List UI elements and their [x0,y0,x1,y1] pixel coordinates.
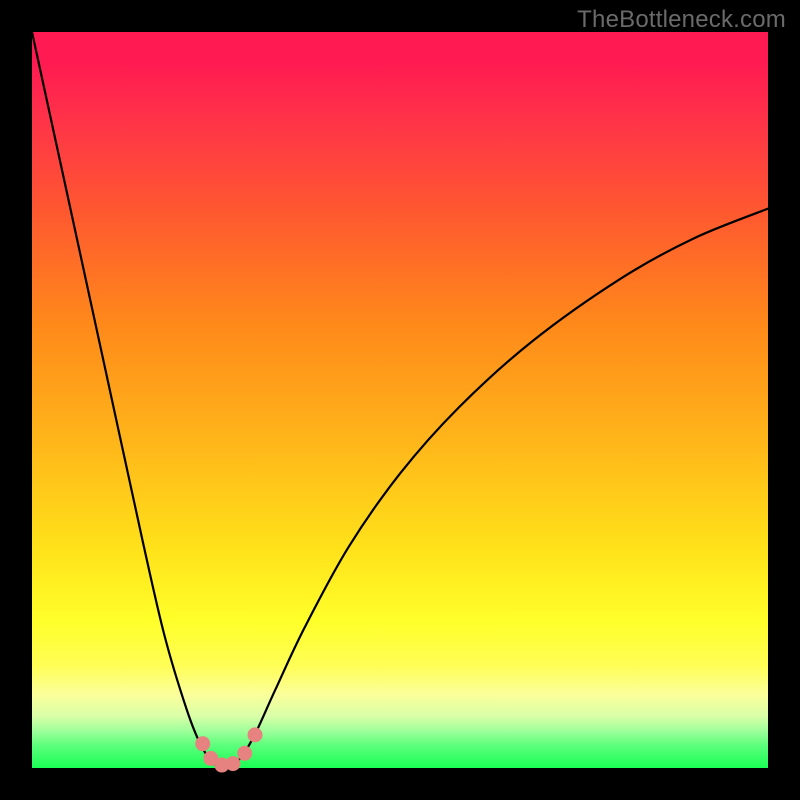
watermark-text: TheBottleneck.com [577,6,786,34]
curve-marker-dot [237,746,252,761]
plot-area [32,32,768,768]
v-curve-line [32,32,768,768]
frame: TheBottleneck.com [0,0,800,800]
curve-marker-dot [248,727,263,742]
curve-markers [195,727,262,772]
curve-marker-dot [195,736,210,751]
curve-marker-dot [225,756,240,771]
chart-svg [32,32,768,768]
